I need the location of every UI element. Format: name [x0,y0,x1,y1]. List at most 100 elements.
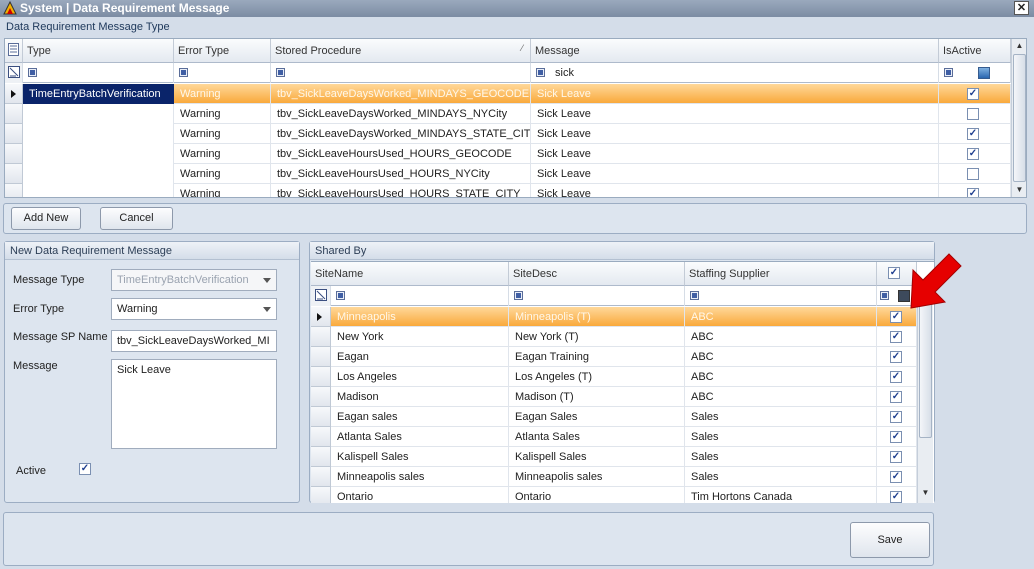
filter-operator-icon[interactable] [536,68,545,77]
filter-type[interactable] [23,63,174,83]
filter-site-desc[interactable] [509,286,685,306]
supplier-cell: Sales [685,407,877,427]
shared-checkbox[interactable]: ✓ [890,391,902,403]
filter-supplier[interactable] [685,286,877,306]
table-row[interactable]: Minneapolis Minneapolis (T) ABC ✓ [331,307,917,327]
isactive-checkbox[interactable]: ✓ [967,88,979,100]
row-indicator[interactable] [5,104,23,124]
filter-error-type[interactable] [174,63,271,83]
row-indicator[interactable] [311,487,331,503]
isactive-checkbox[interactable]: ✓ [967,188,979,197]
row-indicator[interactable] [311,327,331,347]
filter-operator-icon[interactable] [336,291,345,300]
table-row[interactable]: Ontario Ontario Tim Hortons Canada ✓ [331,487,917,503]
select-all-checkbox[interactable]: ✓ [888,267,900,279]
scroll-down-icon[interactable]: ▼ [918,486,933,500]
column-header-site-name[interactable]: SiteName [311,262,509,286]
close-icon[interactable]: ✕ [1014,1,1029,15]
isactive-checkbox[interactable] [967,168,979,180]
filter-operator-icon[interactable] [690,291,699,300]
row-indicator[interactable] [311,387,331,407]
scroll-down-icon[interactable]: ▼ [1012,183,1026,197]
row-indicator[interactable] [5,124,23,144]
shared-checkbox[interactable]: ✓ [890,331,902,343]
row-indicator[interactable] [311,347,331,367]
table-row[interactable]: Warning tbv_SickLeaveHoursUsed_HOURS_GEOC… [174,144,1011,164]
scrollbar-thumb[interactable] [1013,54,1026,182]
filter-operator-icon[interactable] [514,291,523,300]
table-row[interactable]: Kalispell Sales Kalispell Sales Sales ✓ [331,447,917,467]
shared-checkbox[interactable]: ✓ [890,411,902,423]
table-row[interactable]: Warning tbv_SickLeaveHoursUsed_HOURS_NYCi… [174,164,1011,184]
site-desc-cell: Atlanta Sales [509,427,685,447]
shared-checkbox[interactable]: ✓ [890,491,902,503]
shared-grid-scrollbar[interactable]: ▼ [917,286,933,503]
table-row[interactable]: Warning tbv_SickLeaveDaysWorked_MINDAYS_S… [174,124,1011,144]
row-indicator[interactable] [5,164,23,184]
message-textarea[interactable]: Sick Leave [111,359,277,449]
column-chooser-icon[interactable] [5,39,23,63]
table-row[interactable]: Warning tbv_SickLeaveDaysWorked_MINDAYS_N… [174,104,1011,124]
clear-filter-icon[interactable] [5,63,23,83]
filter-operator-icon[interactable] [944,68,953,77]
shared-checkbox[interactable]: ✓ [890,451,902,463]
save-button[interactable]: Save [850,522,930,558]
filter-operator-icon[interactable] [880,291,889,300]
isactive-checkbox[interactable]: ✓ [967,148,979,160]
isactive-checkbox[interactable]: ✓ [967,128,979,140]
supplier-cell: Sales [685,447,877,467]
row-indicator[interactable] [311,307,331,327]
table-row[interactable]: Los Angeles Los Angeles (T) ABC ✓ [331,367,917,387]
type-group-cell [23,104,174,197]
filter-operator-icon[interactable] [28,68,37,77]
table-row[interactable]: Minneapolis sales Minneapolis sales Sales ✓ [331,467,917,487]
add-new-button[interactable]: Add New [11,207,81,230]
top-grid-scrollbar[interactable]: ▲ ▼ [1011,39,1026,197]
sp-name-input[interactable]: tbv_SickLeaveDaysWorked_MI [111,330,277,352]
filter-site-name[interactable] [331,286,509,306]
column-header-type[interactable]: Type [23,39,174,63]
filter-isactive[interactable] [939,63,1011,83]
row-indicator[interactable] [311,367,331,387]
filter-message[interactable]: sick [531,63,939,83]
table-row[interactable]: Eagan sales Eagan Sales Sales ✓ [331,407,917,427]
column-header-site-desc[interactable]: SiteDesc [509,262,685,286]
filter-operator-icon[interactable] [179,68,188,77]
isactive-checkbox[interactable] [967,108,979,120]
message-cell: Sick Leave [531,144,939,164]
shared-checkbox[interactable]: ✓ [890,471,902,483]
column-header-staffing-supplier[interactable]: Staffing Supplier [685,262,877,286]
row-indicator[interactable] [311,467,331,487]
shared-checkbox[interactable]: ✓ [890,311,902,323]
scroll-up-icon[interactable]: ▲ [1012,39,1026,53]
column-header-stored-procedure[interactable]: Stored Procedure ⁄ [271,39,531,63]
table-row[interactable]: Warning tbv_SickLeaveHoursUsed_HOURS_STAT… [174,184,1011,197]
table-row[interactable]: Atlanta Sales Atlanta Sales Sales ✓ [331,427,917,447]
shared-checkbox[interactable]: ✓ [890,351,902,363]
error-type-select[interactable]: Warning [111,298,277,320]
table-row[interactable]: Madison Madison (T) ABC ✓ [331,387,917,407]
row-indicator[interactable] [5,84,23,104]
column-header-message[interactable]: Message [531,39,939,63]
window-title: System | Data Requirement Message [20,1,230,15]
table-row[interactable]: New York New York (T) ABC ✓ [331,327,917,347]
cancel-button[interactable]: Cancel [100,207,173,230]
active-checkbox[interactable]: ✓ [79,463,91,475]
table-row[interactable]: Eagan Eagan Training ABC ✓ [331,347,917,367]
clear-filter-icon[interactable] [311,286,331,306]
row-indicator[interactable] [5,144,23,164]
shared-checkbox[interactable]: ✓ [890,371,902,383]
row-indicator[interactable] [311,427,331,447]
table-row[interactable]: Warning tbv_SickLeaveDaysWorked_MINDAYS_G… [174,84,1011,104]
row-indicator[interactable] [311,447,331,467]
shared-checkbox[interactable]: ✓ [890,431,902,443]
message-type-select[interactable]: TimeEntryBatchVerification [111,269,277,291]
column-header-error-type[interactable]: Error Type [174,39,271,63]
selected-type-cell[interactable]: TimeEntryBatchVerification [23,84,174,104]
filter-operator-icon[interactable] [276,68,285,77]
row-indicator[interactable] [311,407,331,427]
row-indicator[interactable] [5,184,23,197]
filter-isactive-checkbox[interactable] [978,67,990,79]
filter-stored-procedure[interactable] [271,63,531,83]
column-header-isactive[interactable]: IsActive [939,39,1011,63]
